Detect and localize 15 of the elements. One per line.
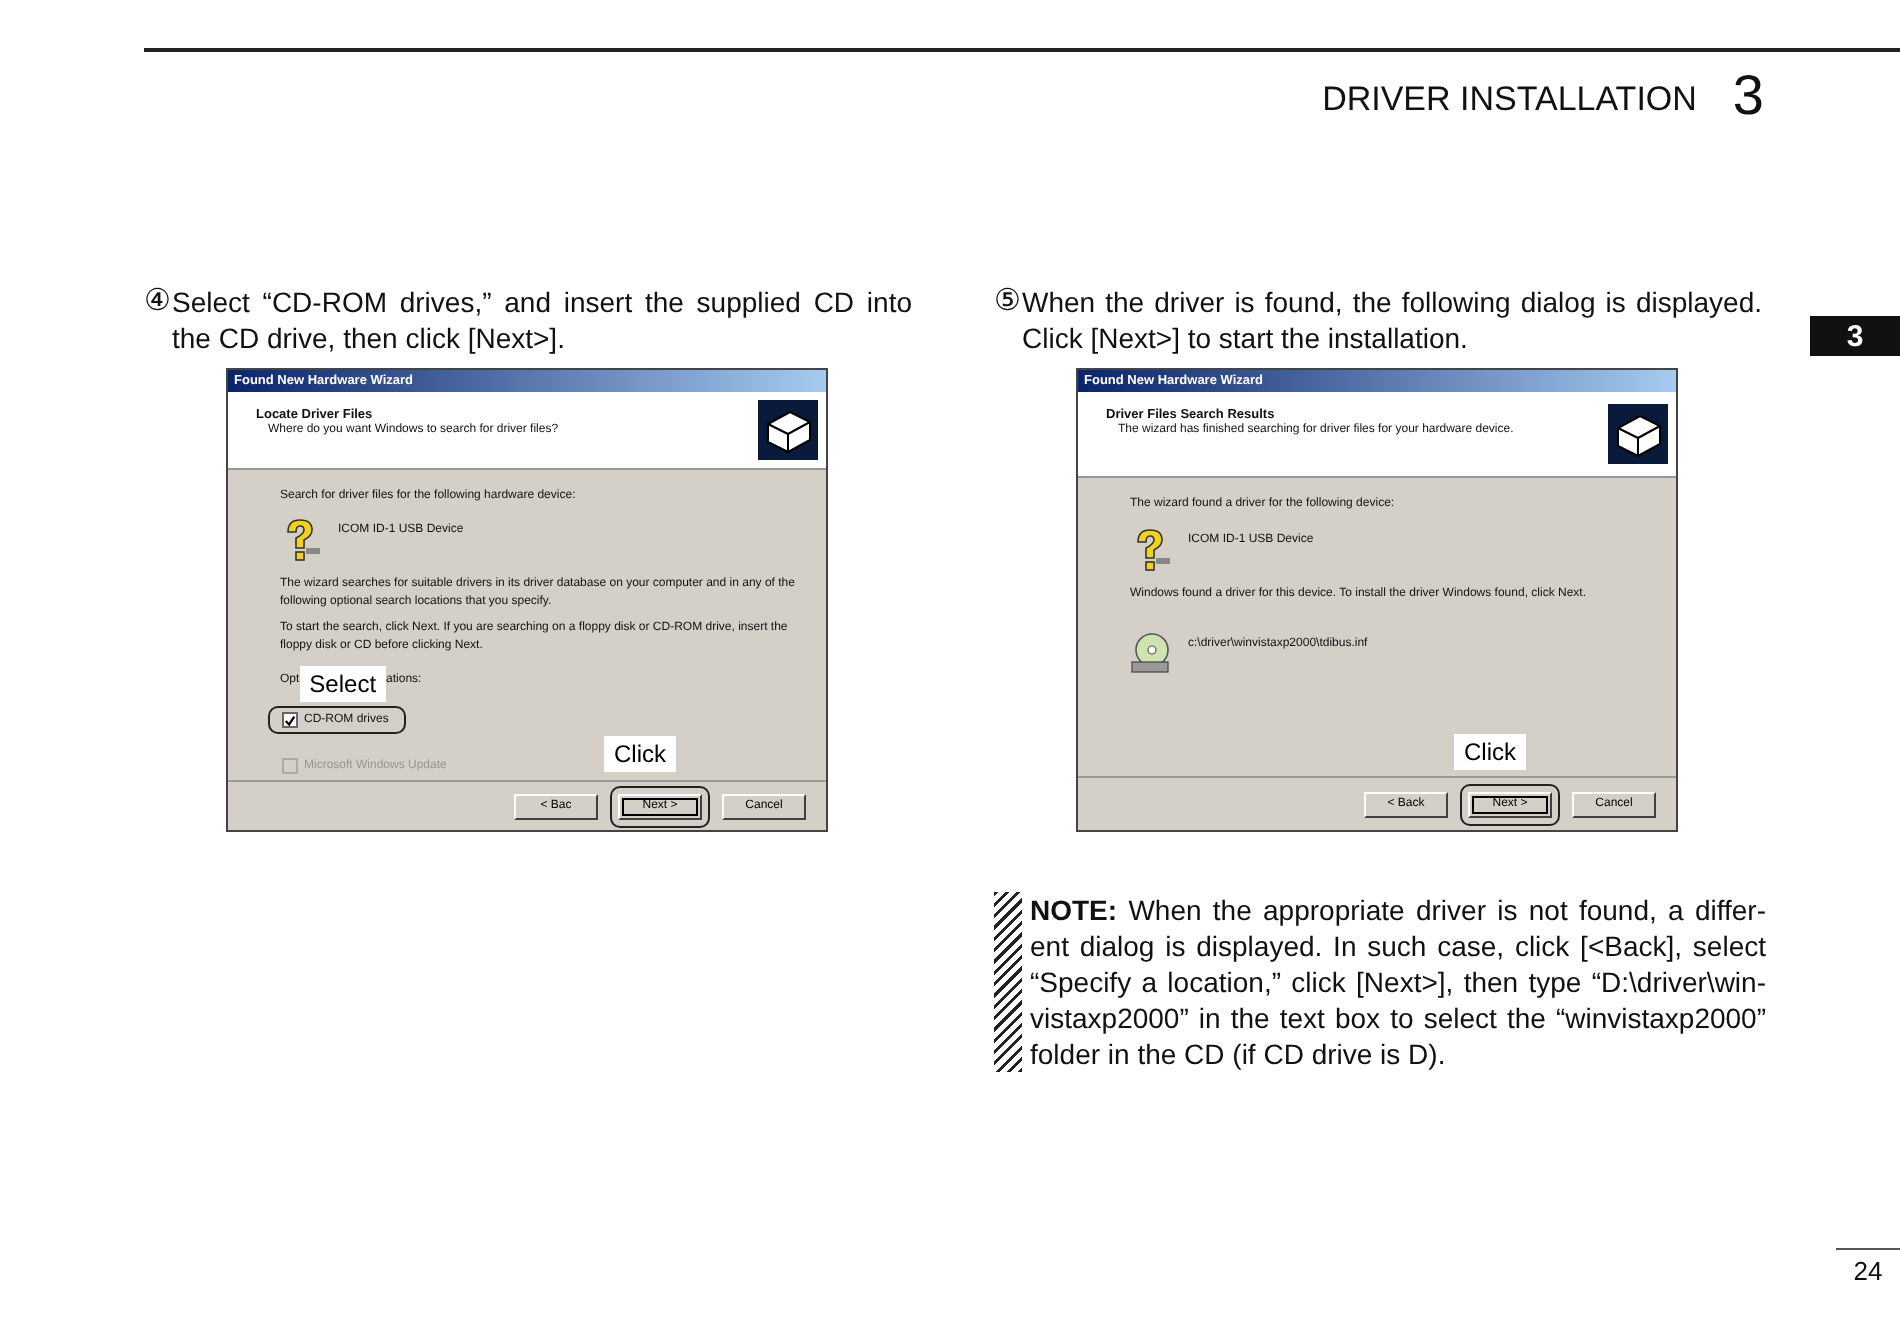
checkmark-icon [284, 713, 296, 728]
step-text: When the driver is found, the following dialog is displayed. Click [Next>] to start the installation. [1022, 284, 1762, 356]
page-number: 24 [1853, 1254, 1883, 1286]
chapter-number: 3 [1732, 68, 1764, 124]
hardware-icon [758, 399, 818, 460]
step-text: Select “CD-ROM drives,” and insert the supplied CD into the CD drive, then click [Next>]. [172, 284, 912, 356]
step-number: ④ [144, 284, 170, 322]
note-text: NOTE: When the appropriate driver is not found, a differ-ent dialog is displayed. In such case, click [<Back], select “Specify a location,” click [Next>], then type “D:\driver\win-vistaxp2000” in the text box to select the “winvistaxp2000” folder in the CD (if CD drive is D). [1030, 892, 1766, 1072]
callout-label: Click [1454, 733, 1526, 769]
disc-icon [1130, 632, 1170, 674]
section-title: DRIVER INSTALLATION [1322, 80, 1697, 122]
step-number: ⑤ [994, 284, 1020, 322]
callout-label: Select [299, 666, 387, 703]
callout-label: Click [604, 735, 676, 772]
hardware-icon [1608, 404, 1668, 464]
